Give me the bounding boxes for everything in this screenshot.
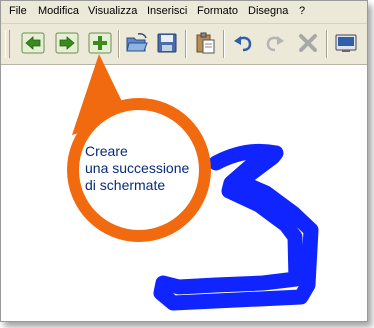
callout-line-1: Creare <box>85 143 128 159</box>
callout-line-2: una successione <box>85 160 190 176</box>
callout-text: Creare una successione di schermate <box>85 143 189 194</box>
callout-line-3: di schermate <box>85 177 166 193</box>
